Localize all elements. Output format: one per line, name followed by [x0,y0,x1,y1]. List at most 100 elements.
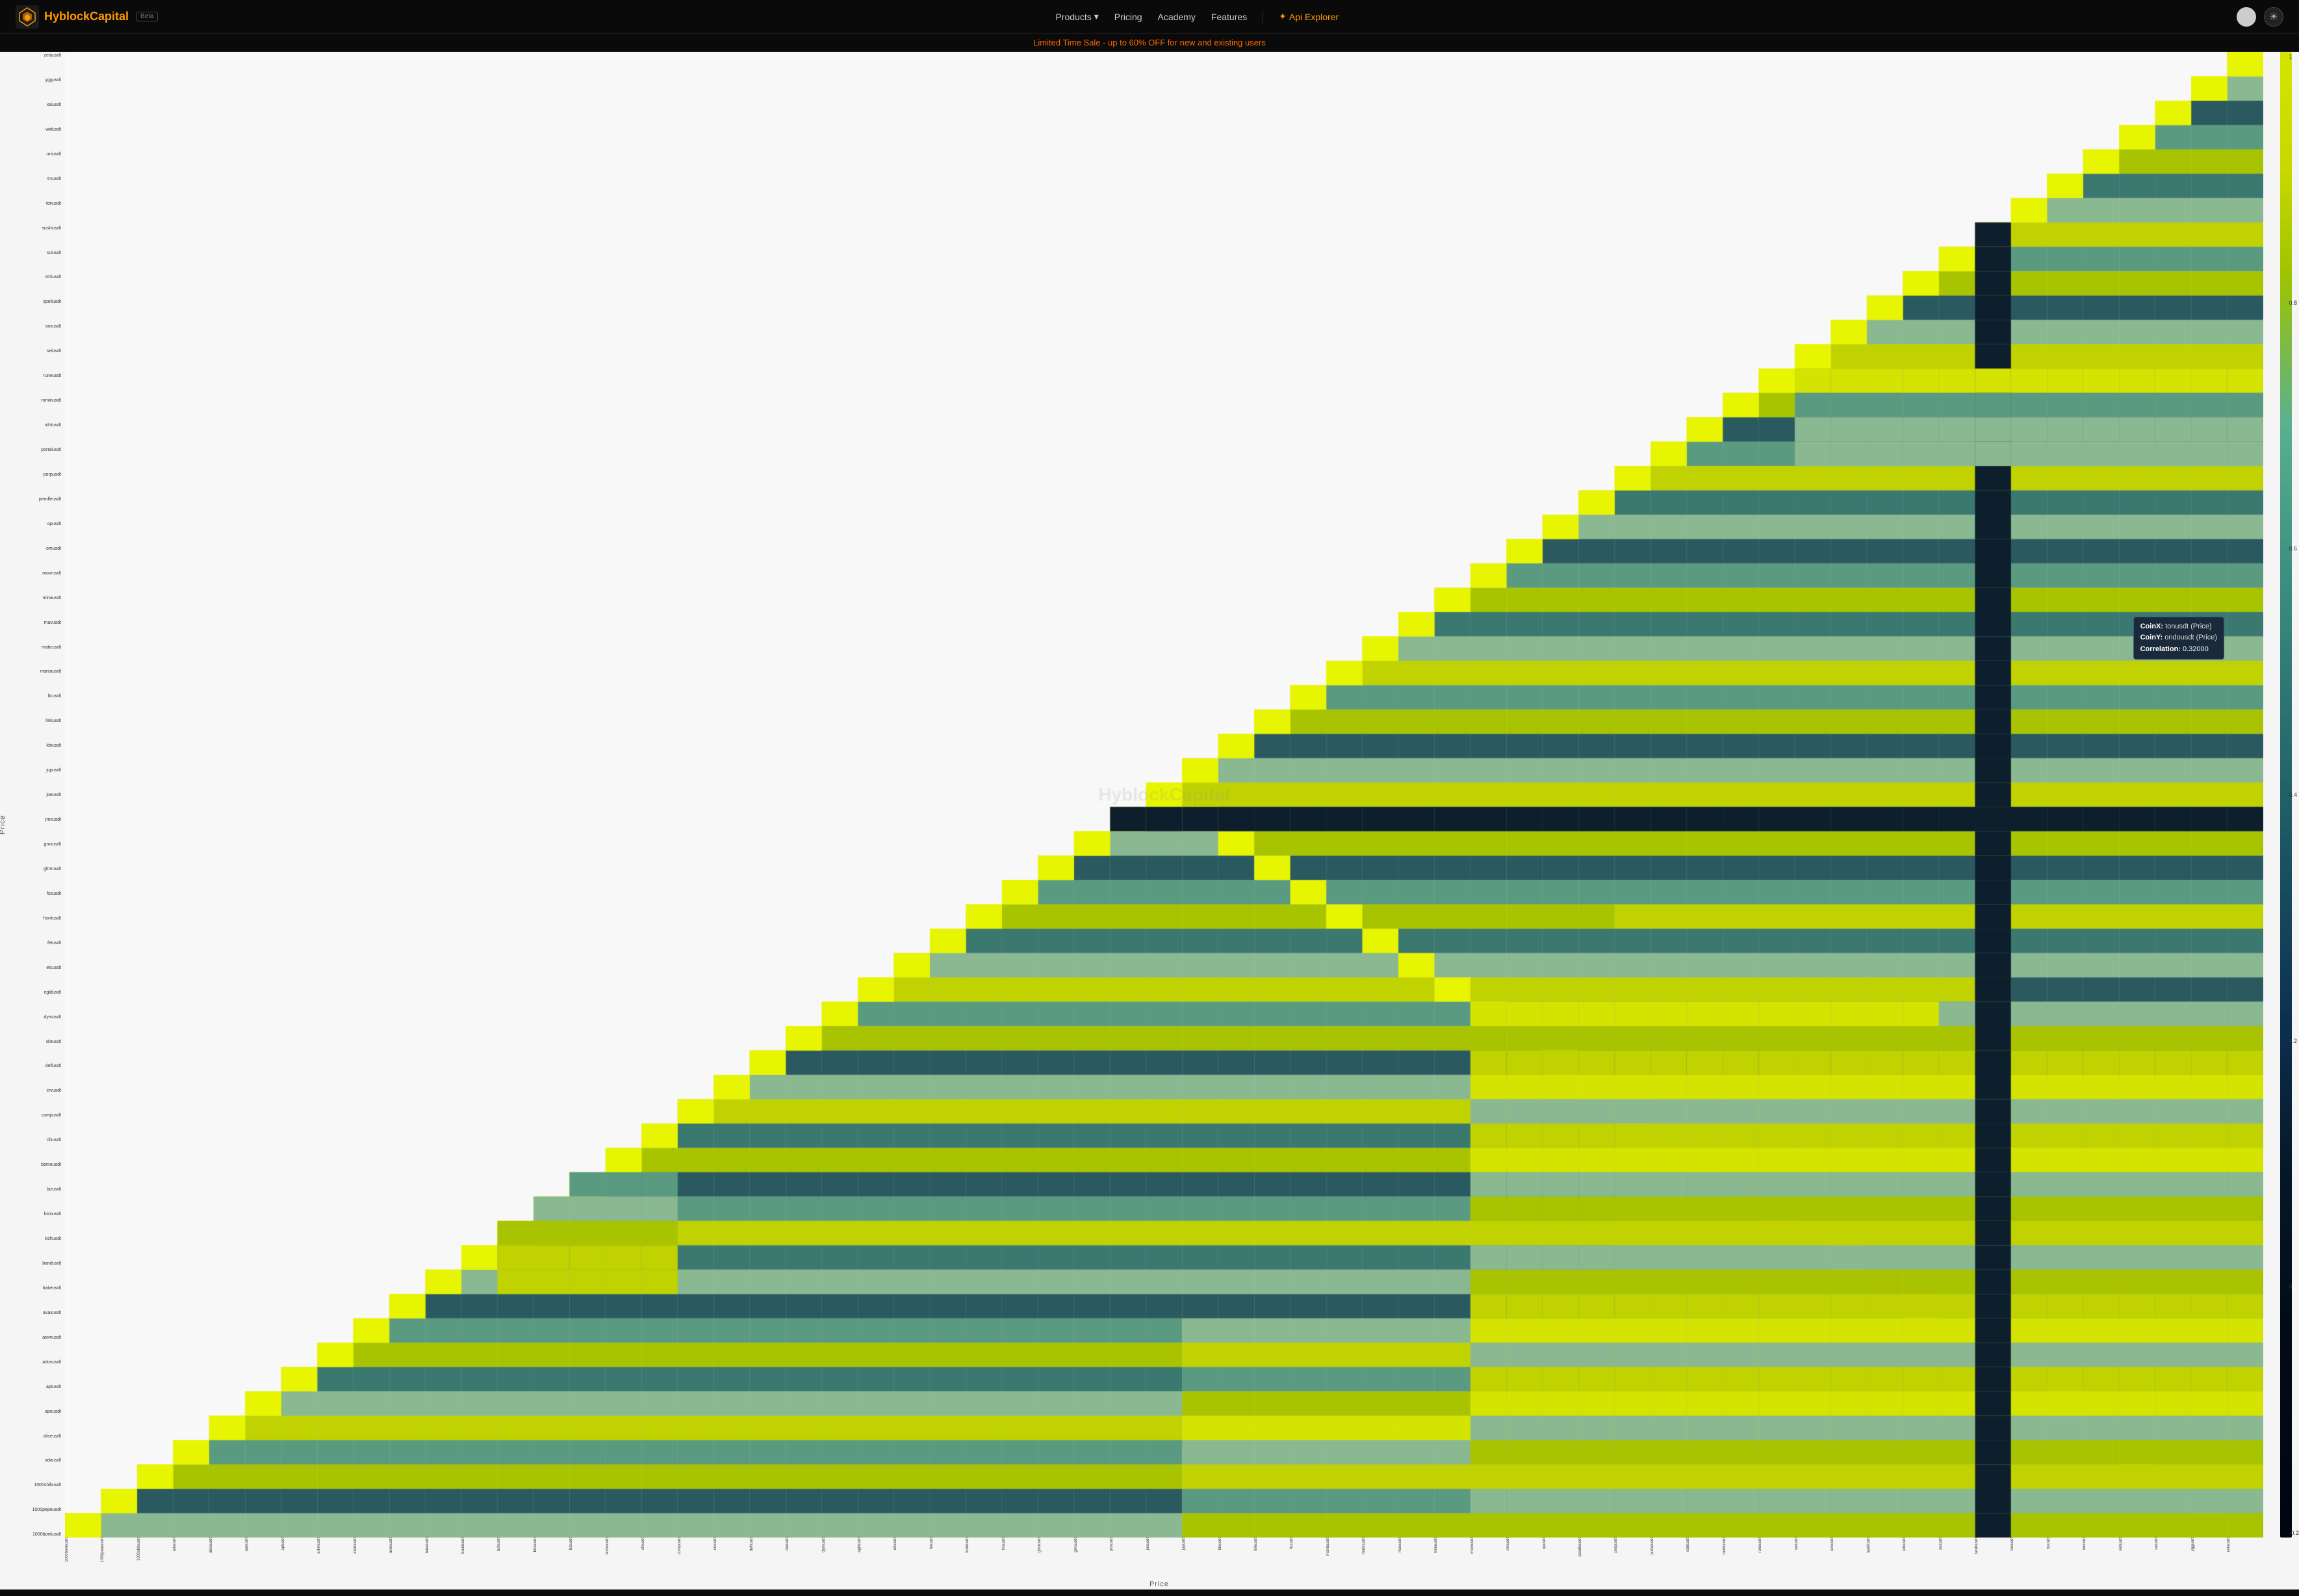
y-label-item: spellusdt [19,300,64,304]
y-label-item: linkusdt [19,719,64,723]
y-label-item: glmrusdt [19,867,64,871]
y-label-item: etcusdt [19,966,64,970]
x-label-item: arkmusdt [317,1538,353,1554]
x-label-item: 1000pepeusdt [101,1538,136,1562]
x-label-item: rominusdt [1723,1538,1758,1554]
x-label-item: avaxusdt [389,1538,425,1553]
y-label-item: gmxusdt [19,842,64,847]
x-label-item: omusdt [1506,1538,1542,1551]
theme-toggle-button[interactable]: ☀ [2264,7,2283,27]
x-label-item: minausdt [1434,1538,1470,1553]
avatar-button[interactable] [2237,7,2256,27]
y-label-item: deflusdt [19,1064,64,1068]
y-label-item: cfxusdt [19,1138,64,1142]
scale-label-item: 0.6 [2289,545,2299,552]
x-label-item: zetausdt [2227,1538,2263,1552]
heatmap-container: zetausdtyggusdtxaiusdtwidusdtuniusdttrxu… [19,52,2299,1590]
chevron-down-icon: ▾ [1094,11,1099,22]
x-label-item: glmrusdt [1038,1538,1073,1552]
x-label-item: bicousdt [533,1538,569,1552]
y-label-item: frontusdt [19,916,64,921]
y-label-item: maticusdt [19,645,64,650]
y-label-item: bomeusdt [19,1163,64,1167]
y-labels: zetausdtyggusdtxaiusdtwidusdtuniusdttrxu… [19,52,64,1538]
y-label-item: mantausdt [19,669,64,674]
nav-academy[interactable]: Academy [1158,12,1196,22]
y-label-item: mavusdt [19,621,64,625]
y-label-item: joeusdt [19,793,64,797]
nav-pricing[interactable]: Pricing [1114,12,1142,22]
x-label-item: widusdt [2119,1538,2155,1551]
nav-features[interactable]: Features [1211,12,1247,22]
logo-text: HyblockCapital [44,10,129,23]
x-label-item: suiusdt [1939,1538,1975,1550]
x-label-item: linkusdt [1254,1538,1290,1551]
y-label-item: aliceusdt [19,1434,64,1439]
y-label-item: strkusdt [19,275,64,279]
y-label-item: minausdt [19,596,64,600]
y-label-item: aptusdt [19,1385,64,1389]
y-label-item: uniusdt [19,152,64,157]
y-label-item: apeusdt [19,1409,64,1414]
y-label-item: rdntusdt [19,423,64,428]
y-label-item: fxsusdt [19,892,64,896]
x-label-item: sushiusdt [1975,1538,2010,1554]
x-axis-label: Price [1150,1580,1169,1588]
scale-label-item: 0.2 [2289,1038,2299,1044]
nav-api-explorer[interactable]: ✦ Api Explorer [1279,11,1339,22]
x-label-item: gmxusdt [1074,1538,1110,1552]
y-axis-label: Price [0,815,6,834]
x-label-item: rdntusdt [1686,1538,1722,1552]
x-label-item: fxsusdt [1002,1538,1038,1550]
x-label-item: ldousdt [1218,1538,1254,1550]
y-label-item: jmxusdt [19,817,64,822]
x-label-item: trxusdt [2047,1538,2083,1549]
x-label-item: strkusdt [1903,1538,1938,1551]
x-label-item: bomeusdt [606,1538,641,1554]
x-label-item: atomusdt [353,1538,389,1554]
y-label-item: opusdt [19,522,64,526]
y-label-item: zetausdt [19,53,64,58]
x-label-item: uniusdt [2083,1538,2118,1550]
x-label-item: frontusdt [966,1538,1001,1552]
x-label-item: fetusdt [930,1538,966,1549]
scale-label-item: 0.8 [2289,300,2299,306]
x-label-item: cfxusdt [641,1538,677,1550]
x-label-item: egldusdt [858,1538,893,1552]
y-label-item: dotusdt [19,1040,64,1044]
heatmap-canvas: HyblockCapital CoinX: tonusdt (Price) Co… [65,52,2263,1538]
y-label-item: avaxusdt [19,1311,64,1315]
chart-wrapper: Price zetausdtyggusdtxaiusdtwidusdtunius… [0,52,2299,1590]
y-label-item: 1000shibusdt [19,1483,64,1487]
color-scale: 10.80.60.40.20-0.2 [2273,52,2299,1538]
x-label-item: compusdt [678,1538,713,1554]
y-label-item: bizusdt [19,1187,64,1192]
y-label-item: adausdt [19,1458,64,1463]
y-label-item: dymusdt [19,1015,64,1020]
y-label-item: 1000bonkusdt [19,1532,64,1537]
x-label-item: deflusdt [750,1538,786,1551]
x-label-item: pendleusdt [1578,1538,1614,1556]
x-label-item: mavusdt [1398,1538,1434,1552]
y-label-item: snxusdt [19,324,64,329]
x-label-item: movrusdt [1471,1538,1506,1554]
y-label-item: jupusdt [19,768,64,773]
x-label-item: adausdt [173,1538,209,1551]
beta-badge: Beta [136,12,158,21]
y-label-item: ldousdt [19,743,64,748]
scale-labels: 10.80.60.40.20-0.2 [2289,52,2299,1538]
nav-links: Products ▾ Pricing Academy Features ✦ Ap… [1055,10,1339,23]
nav-products[interactable]: Products ▾ [1055,11,1098,22]
y-label-item: xaiusdt [19,103,64,107]
y-label-item: fetusdt [19,941,64,946]
x-label-item: aptusdt [281,1538,317,1551]
x-label-item: apeusdt [245,1538,281,1551]
y-label-item: 1000pepeusdt [19,1508,64,1512]
navbar-right: ☀ [2237,7,2283,27]
y-label-item: runeusdt [19,374,64,378]
y-label-item: bakeusdt [19,1286,64,1291]
scale-label-item: 1 [2289,53,2299,60]
x-label-item: portalusdt [1650,1538,1686,1554]
x-label-item: runeusdt [1758,1538,1794,1552]
y-label-item: suiusdt [19,251,64,255]
